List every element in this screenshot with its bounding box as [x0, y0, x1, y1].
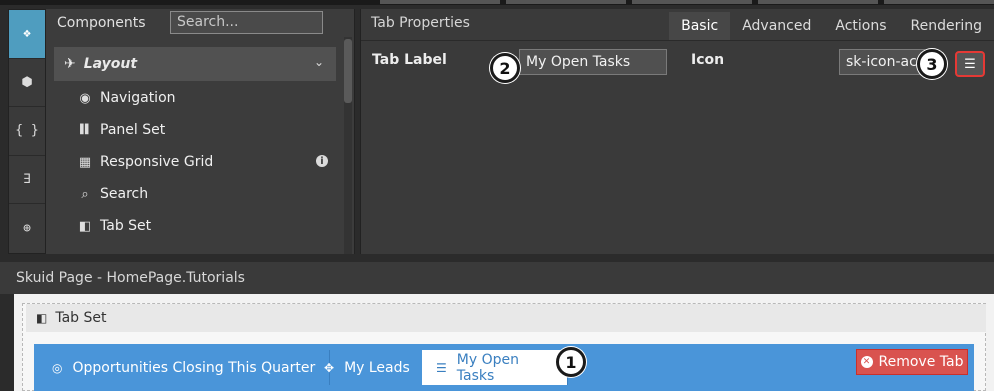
- crosshair-icon: ✥: [324, 360, 335, 375]
- components-panel: Components Search... ✈ Layout ⌄ ◉ Naviga…: [46, 9, 355, 254]
- component-item-label: Panel Set: [100, 122, 166, 138]
- component-item-responsive-grid[interactable]: ▦ Responsive Grid: [78, 150, 213, 174]
- properties-divider: [361, 40, 994, 41]
- left-icon-rail: ❖ ⬢ { } ∃ ⊕: [8, 9, 46, 254]
- list-icon: ☰: [436, 360, 447, 375]
- tab-advanced[interactable]: Advanced: [730, 12, 823, 40]
- rail-models-button[interactable]: ⬢: [9, 59, 45, 107]
- top-toolbar-strip: [0, 0, 994, 5]
- info-icon[interactable]: i: [316, 155, 328, 167]
- rail-css-button[interactable]: ∃: [9, 156, 45, 204]
- remove-tab-button[interactable]: ✕ Remove Tab: [856, 349, 968, 375]
- toolbar-segment: [632, 0, 752, 4]
- remove-icon: ✕: [860, 356, 873, 368]
- components-cube-icon: ❖: [23, 26, 31, 42]
- search-icon: ⌕: [81, 186, 89, 202]
- target-icon: ◎: [52, 360, 63, 375]
- runtime-tab-label: Opportunities Closing This Quarter: [72, 359, 316, 376]
- component-item-label: Responsive Grid: [100, 154, 214, 170]
- tab-label-input[interactable]: My Open Tasks: [519, 49, 667, 75]
- tab-set-icon: ◧: [78, 218, 92, 234]
- toolbar-segment: [758, 0, 878, 4]
- component-item-panel-set[interactable]: ▌▌ Panel Set: [78, 118, 165, 142]
- page-canvas: ◧ Tab Set ◎ Opportunities Closing This Q…: [14, 294, 994, 391]
- tab-properties-title: Tab Properties: [371, 15, 470, 31]
- grid-icon: ▦: [78, 154, 92, 170]
- css3-icon: ∃: [23, 171, 31, 187]
- panel-splitter[interactable]: [0, 254, 994, 262]
- tabset-header[interactable]: ◧ Tab Set: [26, 304, 986, 332]
- icon-picker-button[interactable]: ☰: [955, 51, 985, 77]
- tabset-tabstrip: ◎ Opportunities Closing This Quarter ✥ M…: [34, 344, 974, 391]
- javascript-braces-icon: { }: [15, 123, 39, 139]
- rail-globe-button[interactable]: ⊕: [9, 204, 45, 253]
- layout-group-label: Layout: [83, 56, 138, 72]
- globe-icon: ⊕: [23, 220, 31, 236]
- model-cube-icon: ⬢: [21, 74, 33, 90]
- runtime-tab-opportunities[interactable]: ◎ Opportunities Closing This Quarter: [38, 350, 331, 385]
- icon-input[interactable]: sk-icon-active: [839, 49, 925, 75]
- chevron-down-icon[interactable]: ⌄: [314, 55, 324, 69]
- icon-picker-icon: ☰: [964, 56, 976, 72]
- properties-tabs: Basic Advanced Actions Rendering: [669, 12, 994, 40]
- tabset-title: Tab Set: [55, 310, 107, 326]
- callout-3: 3: [917, 49, 947, 79]
- components-scrollbar-thumb[interactable]: [344, 39, 352, 103]
- rail-javascript-button[interactable]: { }: [9, 107, 45, 156]
- runtime-tab-my-open-tasks[interactable]: ☰ My Open Tasks: [422, 350, 568, 385]
- remove-tab-label: Remove Tab: [878, 354, 964, 370]
- component-item-label: Search: [100, 186, 149, 202]
- toolbar-segment: [506, 0, 626, 4]
- component-item-search[interactable]: ⌕ Search: [78, 182, 148, 206]
- components-scrollbar[interactable]: [344, 37, 352, 254]
- component-item-navigation[interactable]: ◉ Navigation: [78, 86, 176, 110]
- component-item-tab-set[interactable]: ◧ Tab Set: [78, 214, 151, 238]
- tab-label-label: Tab Label: [372, 52, 447, 68]
- components-search-input[interactable]: Search...: [170, 11, 323, 34]
- runtime-tab-my-leads[interactable]: ✥ My Leads: [310, 350, 425, 385]
- layout-group-header[interactable]: ✈ Layout ⌄: [54, 47, 336, 81]
- rocket-icon: ✈: [64, 56, 76, 72]
- callout-2: 2: [490, 53, 520, 83]
- runtime-tab-label: My Leads: [344, 359, 410, 376]
- component-item-label: Navigation: [100, 90, 176, 106]
- icon-label: Icon: [691, 52, 725, 68]
- tab-properties-panel: Tab Properties Basic Advanced Actions Re…: [360, 9, 994, 254]
- toolbar-segment: [380, 0, 500, 4]
- runtime-tab-label: My Open Tasks: [456, 351, 519, 384]
- tab-set-icon: ◧: [36, 311, 48, 325]
- panel-set-icon: ▌▌: [80, 125, 92, 135]
- rail-components-button[interactable]: ❖: [9, 10, 45, 59]
- tab-actions[interactable]: Actions: [823, 12, 898, 40]
- component-item-label: Tab Set: [100, 218, 152, 234]
- tab-basic[interactable]: Basic: [669, 12, 731, 40]
- toolbar-segment: [884, 0, 994, 4]
- page-title: Skuid Page - HomePage.Tutorials: [0, 262, 994, 294]
- compass-icon: ◉: [79, 90, 91, 106]
- callout-1: 1: [556, 347, 586, 377]
- tab-rendering[interactable]: Rendering: [899, 12, 994, 40]
